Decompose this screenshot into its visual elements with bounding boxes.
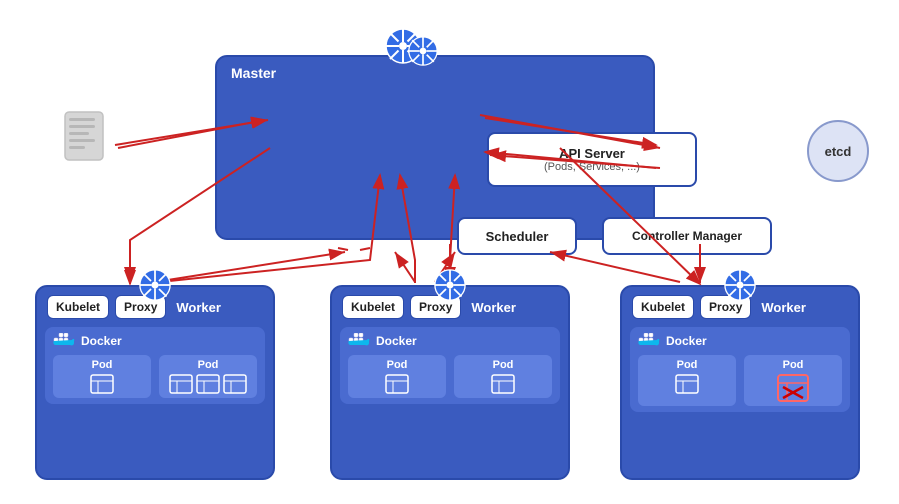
worker1-kubelet: Kubelet <box>47 295 109 319</box>
document-icon <box>60 110 115 187</box>
scheduler-box: Scheduler <box>457 217 577 255</box>
worker2-pod2: Pod <box>454 355 552 398</box>
api-server-subtitle: (Pods, Services, ...) <box>544 161 640 173</box>
worker2-docker-label: Docker <box>348 333 552 349</box>
worker1-docker-label: Docker <box>53 333 257 349</box>
etcd-box: etcd <box>807 120 869 182</box>
worker2-docker-area: Docker Pod Pod <box>340 327 560 404</box>
worker3-docker-label: Docker <box>638 333 842 349</box>
k8s-logo-master2 <box>408 36 438 71</box>
master-label: Master <box>231 65 276 81</box>
k8s-logo-w3 <box>724 269 756 306</box>
worker3-label: Worker <box>761 300 806 315</box>
worker2-pods-row: Pod Pod <box>348 355 552 398</box>
worker-node-3: Kubelet Proxy Worker Docker Pod Pod <box>620 285 860 480</box>
worker-node-1: Kubelet Proxy Worker Docker Pod Pod <box>35 285 275 480</box>
diagram-container: Master API Server (Pods, Services, ...) … <box>0 0 899 504</box>
worker2-label: Worker <box>471 300 516 315</box>
worker-node-2: Kubelet Proxy Worker Docker Pod Pod <box>330 285 570 480</box>
controller-manager-box: Controller Manager <box>602 217 772 255</box>
worker1-pod1: Pod <box>53 355 151 398</box>
k8s-logo-w1 <box>139 269 171 306</box>
worker2-pod1: Pod <box>348 355 446 398</box>
worker1-label: Worker <box>176 300 221 315</box>
worker3-pod1: Pod <box>638 355 736 406</box>
worker1-pod2: Pod <box>159 355 257 398</box>
worker3-docker-area: Docker Pod Pod <box>630 327 850 412</box>
master-node: Master API Server (Pods, Services, ...) … <box>215 55 655 240</box>
api-server-title: API Server <box>559 146 625 161</box>
worker3-kubelet: Kubelet <box>632 295 694 319</box>
worker2-kubelet: Kubelet <box>342 295 404 319</box>
worker1-pods-row: Pod Pod <box>53 355 257 398</box>
worker3-pod2: Pod <box>744 355 842 406</box>
worker1-docker-area: Docker Pod Pod <box>45 327 265 404</box>
k8s-logo-w2 <box>434 269 466 306</box>
worker3-pods-row: Pod Pod <box>638 355 842 406</box>
api-server-box: API Server (Pods, Services, ...) <box>487 132 697 187</box>
